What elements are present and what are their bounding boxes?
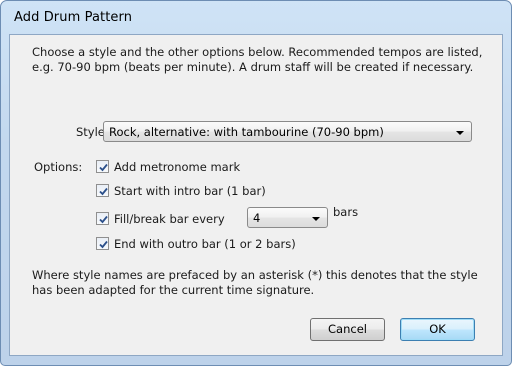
ok-button[interactable]: OK [400, 318, 475, 341]
chevron-down-icon [456, 131, 464, 135]
note-text-line2: has been adapted for the current time si… [32, 283, 315, 297]
style-dropdown[interactable]: Rock, alternative: with tambourine (70-9… [103, 121, 472, 142]
metronome-checkbox[interactable] [96, 160, 109, 173]
intro-bar-label: Start with intro bar (1 bar) [114, 184, 266, 198]
cancel-button[interactable]: Cancel [310, 318, 385, 341]
style-dropdown-value: Rock, alternative: with tambourine (70-9… [109, 125, 384, 139]
outro-bar-label: End with outro bar (1 or 2 bars) [114, 237, 296, 251]
fill-bar-checkbox[interactable] [96, 212, 109, 225]
intro-text-line2: e.g. 70-90 bpm (beats per minute). A dru… [32, 60, 474, 74]
dialog-body: Choose a style and the other options bel… [9, 34, 503, 356]
fill-bar-count-dropdown[interactable]: 4 [247, 207, 328, 228]
dialog-window: Add Drum Pattern Choose a style and the … [0, 0, 512, 366]
checkmark-icon [99, 187, 108, 196]
title-bar[interactable]: Add Drum Pattern [1, 1, 511, 35]
fill-bar-checkbox-row[interactable]: Fill/break bar every [96, 211, 246, 227]
intro-bar-checkbox[interactable] [96, 184, 109, 197]
dialog-title: Add Drum Pattern [14, 10, 133, 25]
outro-bar-checkbox-row[interactable]: End with outro bar (1 or 2 bars) [96, 236, 326, 252]
fill-bar-unit-label: bars [333, 205, 359, 219]
intro-text-line1: Choose a style and the other options bel… [32, 45, 483, 59]
checkmark-icon [99, 240, 108, 249]
chevron-down-icon [312, 217, 320, 221]
note-text-line1: Where style names are prefaced by an ast… [32, 268, 478, 282]
metronome-label: Add metronome mark [114, 160, 241, 174]
metronome-checkbox-row[interactable]: Add metronome mark [96, 159, 296, 175]
fill-bar-label: Fill/break bar every [114, 212, 225, 226]
fill-bar-count-value: 4 [253, 211, 261, 225]
outro-bar-checkbox[interactable] [96, 237, 109, 250]
options-label: Options: [34, 160, 83, 174]
checkmark-icon [99, 215, 108, 224]
intro-bar-checkbox-row[interactable]: Start with intro bar (1 bar) [96, 183, 316, 199]
checkmark-icon [99, 163, 108, 172]
